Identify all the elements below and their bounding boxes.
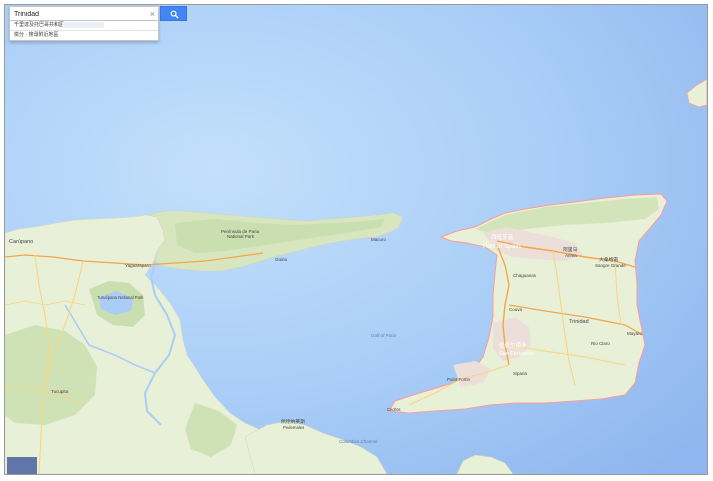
search-input[interactable]	[14, 8, 142, 20]
label-couva: Couva	[509, 307, 523, 312]
label-sangre-grande: Sangre Grande	[595, 263, 626, 268]
map-type-thumbnail[interactable]	[7, 457, 37, 474]
suggestion-item-country[interactable]: 千里達及托巴哥共和國	[10, 21, 158, 30]
label-pedernales-local: 佩德纳莱斯	[281, 418, 305, 425]
label-san-fernando: San Fernando	[499, 351, 534, 357]
search-suggestions: 千里達及托巴哥共和國 檢分 · 搜尋附近地區	[9, 21, 159, 41]
label-trinidad: Trinidad	[569, 319, 589, 325]
label-cedros: Cedros	[387, 407, 401, 412]
suggestion-highlight	[62, 22, 104, 28]
label-rio-claro: Rio Claro	[591, 341, 610, 346]
label-arima-local: 阿里马	[563, 246, 578, 253]
search-icon	[170, 10, 179, 19]
label-tucupita: Tucupita	[51, 389, 69, 394]
label-paria-peninsula-line2: National Park	[227, 234, 255, 239]
label-macuro: Macuro	[371, 237, 387, 242]
label-chaguanas: Chaguanas	[513, 273, 537, 278]
label-guiria: Güiria	[275, 257, 288, 262]
label-arima: Arima	[565, 253, 577, 258]
label-port-of-spain: Port of Spain	[483, 243, 521, 250]
label-port-of-spain-local: 西班牙港	[491, 233, 514, 241]
label-columbus-channel: Columbus Channel	[339, 439, 378, 444]
label-point-fortin: Point Fortin	[447, 377, 471, 382]
label-gulf-of-paria: Gulf of Paria	[371, 333, 397, 338]
label-sangre-grande-local: 大桑格雷	[599, 256, 618, 263]
label-siparia: Siparia	[513, 371, 528, 376]
label-pedernales: Pedernales	[283, 425, 304, 430]
map-frame: Carúpano Península de Paria National Par…	[4, 4, 708, 475]
label-mayaro: Mayaro	[627, 331, 643, 336]
label-carupano: Carúpano	[9, 239, 33, 245]
label-turuepano: Turuépano National Park	[97, 295, 144, 300]
suggestion-item-nearby[interactable]: 檢分 · 搜尋附近地區	[10, 30, 158, 40]
clear-search-button[interactable]: ×	[150, 8, 155, 20]
search-button[interactable]	[160, 6, 187, 21]
label-yaguaraparo: Yaguaraparo	[125, 263, 151, 268]
suggestion-label: 千里達及托巴哥共和國	[14, 22, 65, 28]
search-box[interactable]: ×	[9, 6, 159, 21]
label-san-fernando-local: 圣费尔南多	[499, 341, 527, 349]
map-canvas[interactable]: Carúpano Península de Paria National Par…	[5, 5, 707, 474]
